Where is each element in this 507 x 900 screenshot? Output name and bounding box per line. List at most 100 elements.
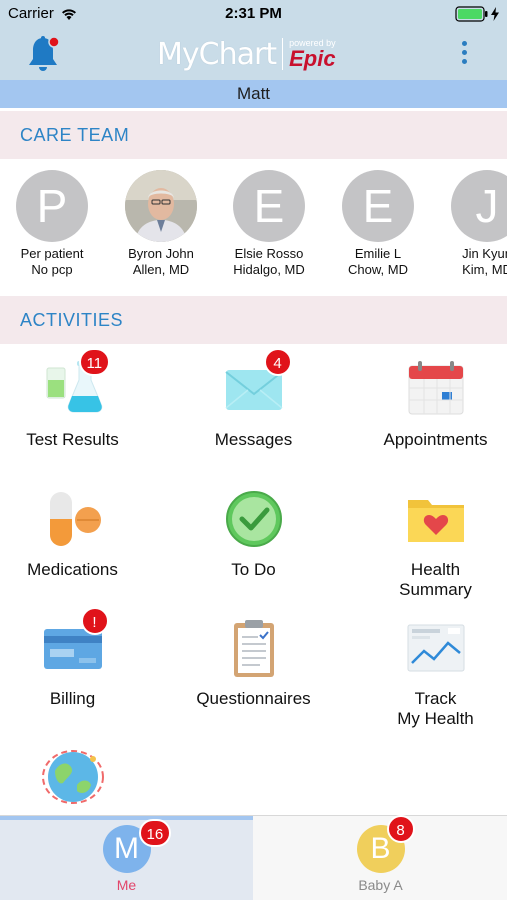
care-team-member[interactable]: E Elsie Rosso Hidalgo, MD <box>214 170 324 278</box>
dot-icon <box>461 41 467 46</box>
messages-icon: 4 <box>222 348 292 422</box>
care-team-member[interactable]: Byron John Allen, MD <box>106 170 216 278</box>
tab-initial: B <box>370 832 391 865</box>
member-name-line1: Byron John <box>128 246 194 261</box>
dot-icon <box>461 59 467 64</box>
mychart-logo: MyChart powered by Epic <box>157 34 336 74</box>
clipboard-icon <box>233 620 274 677</box>
member-name: Byron John Allen, MD <box>106 246 216 278</box>
activity-medications[interactable]: Medications <box>0 488 157 580</box>
logo-text: MyChart <box>157 36 277 72</box>
globe-icon <box>41 750 104 804</box>
billing-alert-badge: ! <box>80 607 109 635</box>
chart-line-icon <box>407 624 464 672</box>
member-name: Per patient No pcp <box>0 246 107 278</box>
member-name-line2: No pcp <box>31 262 73 277</box>
mychart-app: Carrier 2:31 PM MyChart powered by Epic … <box>0 0 507 900</box>
calendar-icon <box>408 361 463 415</box>
activity-label: Health Summary <box>351 560 507 600</box>
epic-brand: powered by Epic <box>289 38 336 71</box>
status-bar: Carrier 2:31 PM <box>0 0 507 28</box>
activity-label: To Do <box>231 560 276 579</box>
activity-appointments[interactable]: Appointments <box>351 358 507 450</box>
activity-label: Questionnaires <box>196 689 311 708</box>
activity-track-health[interactable]: Track My Health <box>351 617 507 729</box>
member-name-line2: Hidalgo, MD <box>233 262 305 277</box>
checkmark-icon <box>225 491 282 547</box>
tab-badge: 16 <box>138 819 172 847</box>
doctor-photo-icon <box>125 170 197 242</box>
medications-icon <box>41 488 105 552</box>
activity-health-summary[interactable]: Health Summary <box>351 488 507 600</box>
messages-badge: 4 <box>263 348 292 376</box>
avatar: E <box>233 170 305 242</box>
todo-icon <box>222 488 286 552</box>
member-name: Elsie Rosso Hidalgo, MD <box>214 246 324 278</box>
activity-test-results[interactable]: 11 Test Results <box>0 348 157 450</box>
logo-divider <box>282 38 284 70</box>
more-menu-button[interactable] <box>454 38 474 70</box>
tab-avatar: B 8 <box>356 815 415 873</box>
nav-bar: MyChart powered by Epic <box>0 28 507 80</box>
activity-label-line1: Health <box>410 560 461 579</box>
charging-bolt-icon <box>491 7 499 21</box>
tab-baby-a[interactable]: B 8 Baby A <box>254 815 507 900</box>
avatar: E <box>342 170 414 242</box>
member-name-line1: Per patient <box>20 246 84 261</box>
tab-initial: M <box>114 832 139 865</box>
appointments-icon <box>404 358 468 422</box>
activity-messages[interactable]: 4 Messages <box>169 348 338 450</box>
care-team-header: CARE TEAM <box>0 111 507 159</box>
pill-icon <box>49 492 101 546</box>
activity-billing[interactable]: ! Billing <box>0 607 157 709</box>
questionnaires-icon <box>222 617 286 681</box>
care-team-row[interactable]: P Per patient No pcp Byron John Allen, M… <box>0 160 507 295</box>
globe-icon <box>41 745 105 809</box>
battery-icon <box>455 6 488 22</box>
member-name-line2: Kim, MD <box>462 262 507 277</box>
notifications-button[interactable] <box>24 34 64 74</box>
patient-name-bar[interactable]: Matt <box>0 80 507 108</box>
member-name-line1: Elsie Rosso <box>234 246 304 261</box>
billing-icon: ! <box>41 607 109 681</box>
tab-badge: 8 <box>386 815 415 843</box>
activity-label: Medications <box>27 560 118 579</box>
activity-label: Test Results <box>26 430 119 449</box>
activity-todo[interactable]: To Do <box>169 488 338 580</box>
test-results-icon: 11 <box>41 348 111 422</box>
member-name-line1: Jin Kyun <box>462 246 507 261</box>
activities-header: ACTIVITIES <box>0 296 507 344</box>
member-name-line2: Allen, MD <box>132 262 190 277</box>
epic-text: Epic <box>289 45 336 71</box>
bell-icon <box>29 36 60 71</box>
member-name: Jin Kyun Kim, MD <box>432 246 507 278</box>
activity-label-line2: Summary <box>399 580 472 599</box>
track-health-icon <box>404 617 468 681</box>
activity-label: Appointments <box>383 430 488 449</box>
activity-label: Messages <box>214 430 293 449</box>
member-name-line1: Emilie L <box>354 246 402 261</box>
activity-label: Billing <box>49 689 96 708</box>
activity-label-line1: Track <box>414 689 457 708</box>
activity-label-line2: My Health <box>397 709 474 728</box>
health-summary-icon <box>404 488 468 552</box>
avatar: J <box>451 170 507 242</box>
tab-label: Baby A <box>358 877 403 893</box>
tab-me[interactable]: M 16 Me <box>0 816 253 900</box>
test-results-badge: 11 <box>78 348 111 376</box>
tab-avatar: M 16 <box>102 819 172 873</box>
tab-bar: M 16 Me B 8 Baby A <box>0 815 507 900</box>
status-time: 2:31 PM <box>225 5 282 22</box>
care-team-member[interactable]: P Per patient No pcp <box>0 170 107 278</box>
care-team-member[interactable]: E Emilie L Chow, MD <box>323 170 433 278</box>
activity-globe[interactable] <box>0 745 157 809</box>
activity-label: Track My Health <box>351 689 507 729</box>
member-name-line2: Chow, MD <box>348 262 408 277</box>
tab-label: Me <box>116 877 137 893</box>
folder-heart-icon <box>407 500 464 542</box>
activity-questionnaires[interactable]: Questionnaires <box>169 617 338 709</box>
battery-indicator <box>455 6 499 22</box>
care-team-member[interactable]: J Jin Kyun Kim, MD <box>432 170 507 278</box>
avatar: P <box>16 170 88 242</box>
avatar-photo <box>125 170 197 242</box>
